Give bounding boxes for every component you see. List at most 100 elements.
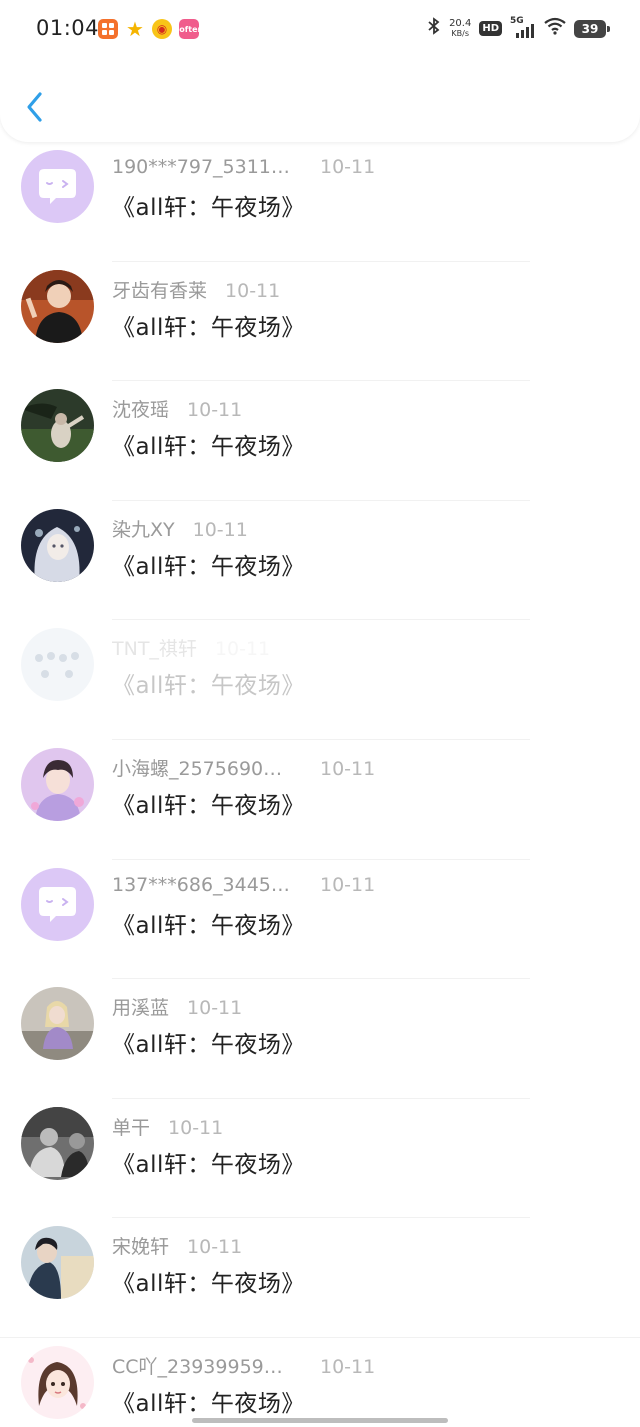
comment-text: 《all轩：午夜场》 [112, 1390, 305, 1417]
list-item[interactable]: CC吖_23939959… 10-11 《all轩：午夜场》 [0, 1338, 640, 1427]
avatar-photo [21, 508, 94, 582]
comment-date: 10-11 [320, 156, 376, 178]
username[interactable]: TNT_祺轩 [112, 634, 197, 661]
taobao-style-icon [98, 19, 118, 39]
comment-date: 10-11 [168, 1116, 224, 1139]
list-item[interactable]: 用溪蓝 10-11 《all轩：午夜场》 [0, 979, 640, 1099]
comment-text: 《all轩：午夜场》 [112, 553, 305, 580]
network-speed-unit: KB/s [451, 28, 469, 38]
comment-meta: 单干 10-11 [112, 1113, 223, 1140]
home-indicator[interactable] [192, 1418, 448, 1423]
avatar[interactable] [21, 987, 94, 1061]
comment-date: 10-11 [320, 757, 376, 780]
avatar[interactable] [21, 1226, 94, 1300]
avatar[interactable] [21, 389, 94, 463]
comment-meta: 用溪蓝 10-11 [112, 993, 242, 1020]
avatar[interactable] [21, 747, 94, 821]
comment-meta: 宋娩轩 10-11 [112, 1232, 242, 1259]
avatar[interactable] [21, 628, 94, 702]
list-item[interactable]: 染九XY 10-11 《all轩：午夜场》 [0, 501, 640, 621]
username[interactable]: CC吖_23939959… [112, 1352, 298, 1379]
avatar[interactable] [21, 1345, 94, 1419]
avatar-photo [21, 269, 94, 343]
back-button[interactable] [22, 88, 50, 126]
comment-text: 《all轩：午夜场》 [112, 1151, 305, 1178]
comment-date: 10-11 [214, 638, 271, 661]
avatar-photo [21, 987, 94, 1061]
comment-date: 10-11 [225, 279, 281, 302]
avatar-photo [21, 1345, 94, 1419]
avatar[interactable] [21, 508, 94, 582]
comment-date: 10-11 [187, 997, 243, 1020]
comment-text: 《all轩：午夜场》 [112, 1032, 305, 1059]
comment-meta: 沈夜瑶 10-11 [112, 395, 242, 422]
list-item[interactable]: 沈夜瑶 10-11 《all轩：午夜场》 [0, 381, 640, 501]
chevron-left-icon [27, 92, 42, 122]
comment-text: 《all轩：午夜场》 [112, 314, 305, 341]
comment-meta: 137***686_3445… 10-11 [112, 874, 375, 896]
comment-meta: CC吖_23939959… 10-11 [112, 1352, 375, 1379]
username[interactable]: 用溪蓝 [112, 993, 169, 1020]
notification-app-icons: ★ ◉ lofter [98, 17, 201, 41]
comment-date: 10-11 [187, 1236, 243, 1259]
username[interactable]: 沈夜瑶 [112, 395, 169, 422]
weibo-icon: ◉ [152, 19, 172, 39]
network-type-label: 5G [510, 15, 524, 26]
wifi-icon [544, 17, 566, 40]
username[interactable]: 牙齿有香莱 [112, 276, 207, 303]
comment-text: 《all轩：午夜场》 [112, 912, 305, 939]
comment-list-page: 01:04 ★ ◉ lofter 20.4 KB/s HD 5G 39 190*… [0, 0, 640, 1427]
comment-date: 10-11 [187, 399, 243, 422]
comment-text: 《all轩：午夜场》 [112, 792, 305, 819]
network-speed: 20.4 KB/s [449, 17, 472, 39]
lofter-icon: lofter [177, 19, 201, 39]
username[interactable]: 染九XY [112, 515, 175, 542]
list-item[interactable]: 宋娩轩 10-11 《all轩：午夜场》 [0, 1218, 640, 1338]
avatar-photo [21, 389, 94, 463]
avatar-photo [21, 1106, 94, 1180]
list-item[interactable]: 190***797_53111… 10-11 《all轩：午夜场》 [0, 142, 640, 262]
comment-date: 10-11 [192, 518, 248, 541]
avatar[interactable] [21, 150, 94, 223]
avatar[interactable] [21, 867, 94, 941]
default-chat-avatar-icon [21, 867, 94, 941]
system-status-icons: 20.4 KB/s HD 5G 39 [427, 16, 610, 40]
network-speed-value: 20.4 [449, 17, 472, 29]
list-item[interactable]: 单干 10-11 《all轩：午夜场》 [0, 1099, 640, 1219]
list-item[interactable]: 137***686_3445… 10-11 《all轩：午夜场》 [0, 860, 640, 980]
username[interactable]: 190***797_53111… [112, 156, 298, 178]
comment-meta: TNT_祺轩 10-11 [112, 634, 270, 661]
comment-text: 《all轩：午夜场》 [112, 434, 305, 461]
avatar[interactable] [21, 269, 94, 343]
comment-list: 190***797_53111… 10-11 《all轩：午夜场》 牙齿有香莱 … [0, 142, 640, 1427]
avatar-photo [21, 1226, 94, 1300]
cellular-signal-icon: 5G [510, 16, 536, 38]
comment-text: 《all轩：午夜场》 [112, 195, 305, 221]
avatar[interactable] [21, 1106, 94, 1180]
comment-meta: 小海螺_2575690… 10-11 [112, 754, 375, 781]
star-icon: ★ [126, 17, 144, 41]
comment-meta: 190***797_53111… 10-11 [112, 156, 375, 178]
comment-meta: 牙齿有香莱 10-11 [112, 276, 280, 303]
battery-icon: 39 [574, 19, 610, 38]
list-item[interactable]: TNT_祺轩 10-11 《all轩：午夜场》 [0, 620, 640, 740]
default-chat-avatar-icon [21, 150, 94, 223]
avatar-photo [21, 628, 94, 702]
username[interactable]: 小海螺_2575690… [112, 754, 298, 781]
comment-text: 《all轩：午夜场》 [112, 673, 305, 700]
status-time: 01:04 [36, 16, 100, 40]
username[interactable]: 单干 [112, 1113, 150, 1140]
comment-text: 《all轩：午夜场》 [112, 1271, 305, 1298]
avatar-photo [21, 747, 94, 821]
status-bar: 01:04 ★ ◉ lofter 20.4 KB/s HD 5G 39 [0, 0, 640, 58]
comment-date: 10-11 [320, 1355, 376, 1378]
hd-badge: HD [479, 21, 502, 36]
bluetooth-icon [427, 17, 441, 40]
list-item[interactable]: 小海螺_2575690… 10-11 《all轩：午夜场》 [0, 740, 640, 860]
comment-meta: 染九XY 10-11 [112, 515, 248, 542]
username[interactable]: 137***686_3445… [112, 874, 298, 896]
top-header: 01:04 ★ ◉ lofter 20.4 KB/s HD 5G 39 [0, 0, 640, 142]
username[interactable]: 宋娩轩 [112, 1232, 169, 1259]
list-item[interactable]: 牙齿有香莱 10-11 《all轩：午夜场》 [0, 262, 640, 382]
comment-date: 10-11 [320, 873, 376, 896]
